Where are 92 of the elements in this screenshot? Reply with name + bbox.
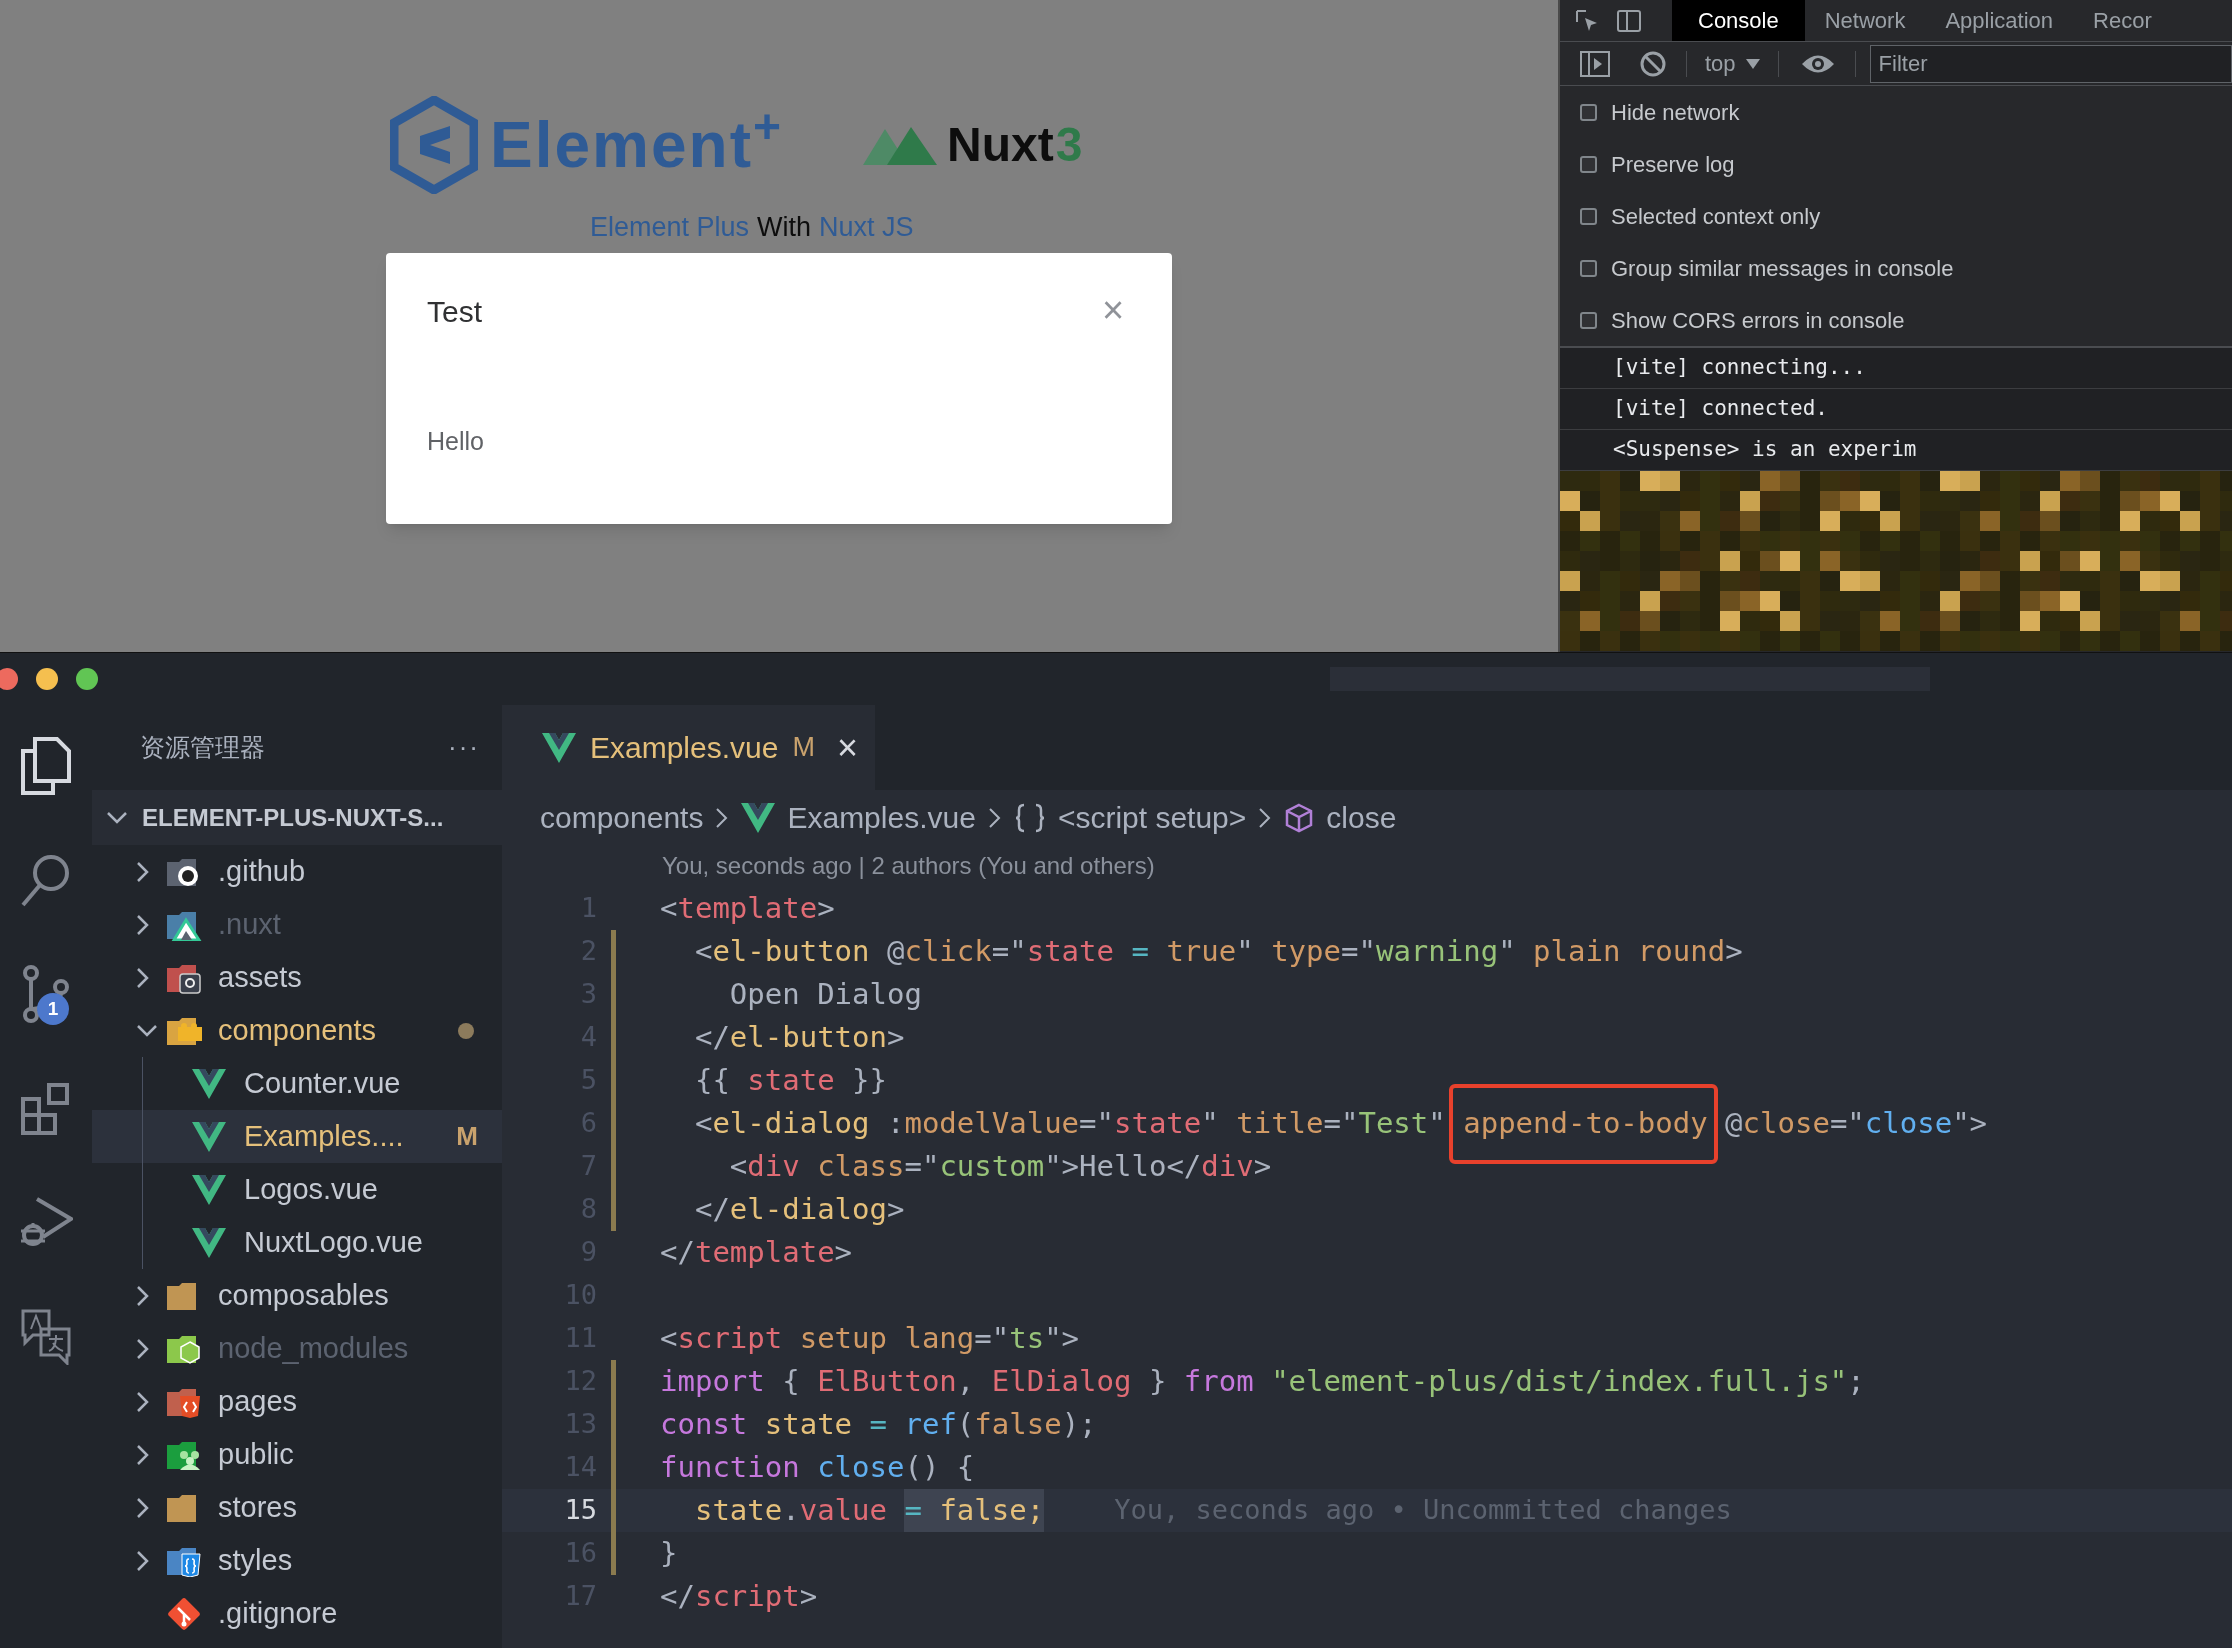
more-button[interactable]: ··· bbox=[448, 728, 480, 767]
breadcrumb-item[interactable]: <script setup> bbox=[1057, 795, 1247, 840]
sidebar-toggle-icon[interactable] bbox=[1580, 50, 1610, 77]
code-line: </script> bbox=[660, 1578, 818, 1615]
mountains-logo-icon bbox=[863, 125, 939, 165]
logo-text: Nuxt bbox=[947, 121, 1054, 169]
tree-item[interactable]: styles bbox=[92, 1534, 502, 1587]
braces-icon bbox=[1013, 802, 1046, 833]
breadcrumb-item[interactable]: close bbox=[1326, 795, 1397, 840]
v-logo-icon bbox=[192, 1121, 226, 1152]
checkbox[interactable] bbox=[1580, 259, 1597, 277]
tab[interactable]: Recor bbox=[2073, 0, 2172, 41]
status-letter: M bbox=[792, 731, 815, 765]
checkbox-label: Selected context only bbox=[1611, 202, 1821, 231]
panel-title: 资源管理器 bbox=[140, 731, 265, 764]
line-number: 15 bbox=[563, 1493, 597, 1528]
code-line: <div class="custom">Hello</div> bbox=[728, 1148, 1272, 1185]
window-control-icon[interactable] bbox=[36, 668, 58, 690]
files-icon[interactable] bbox=[19, 737, 73, 795]
filter-field[interactable]: Filter bbox=[1869, 44, 2232, 83]
tree-item[interactable]: pages bbox=[92, 1375, 502, 1428]
checkbox-label: Group similar messages in console bbox=[1611, 254, 1954, 283]
code-line: const state = ref(false); bbox=[660, 1406, 1097, 1443]
tree-item[interactable]: NuxtLogo.vue bbox=[92, 1216, 502, 1269]
code-line: <el-dialog :modelValue="state" title="Test" append-to-body @close="close"> bbox=[660, 1102, 1988, 1145]
context-dropdown[interactable]: top bbox=[1705, 47, 1760, 80]
code-line: </template> bbox=[660, 1234, 853, 1271]
selected-text: = false; bbox=[904, 1489, 1045, 1532]
editor-tab[interactable]: Examples.vue M × bbox=[502, 705, 875, 790]
console-message: <Suspense> is an experim bbox=[1613, 436, 1917, 464]
folder-header[interactable]: ELEMENT-PLUS-NUXT-S... bbox=[92, 790, 502, 845]
code-line: state.value bbox=[693, 1492, 888, 1529]
console-message: [vite] connecting... bbox=[1613, 354, 1866, 382]
code-line: <template> bbox=[660, 890, 835, 927]
status-letter: M bbox=[456, 1120, 478, 1153]
code-line: </el-button> bbox=[693, 1019, 905, 1056]
tab[interactable]: Network bbox=[1804, 0, 1926, 41]
checkbox[interactable] bbox=[1580, 155, 1597, 173]
window-control-icon[interactable] bbox=[76, 668, 98, 690]
code-line: <el-button @click="state = true" type="warning" plain round> bbox=[693, 933, 1743, 970]
close-button[interactable]: × bbox=[836, 729, 858, 766]
tree-item[interactable]: .github bbox=[92, 845, 502, 898]
tree-item[interactable]: assets bbox=[92, 951, 502, 1004]
v-logo-icon bbox=[192, 1068, 226, 1099]
checkbox-label: Hide network bbox=[1611, 98, 1740, 127]
code-line: import { ElButton, ElDialog } from "element-plus/dist/index.full.js"; bbox=[660, 1363, 1865, 1400]
checkbox-label: Preserve log bbox=[1611, 150, 1735, 179]
hexagon-logo-icon bbox=[390, 96, 478, 194]
dialog-body-text: Hello bbox=[427, 429, 484, 454]
code-line: {{ state }} bbox=[693, 1062, 887, 1099]
tree-item[interactable]: components bbox=[92, 1004, 502, 1057]
tree-item[interactable]: Examples.... M bbox=[92, 1110, 502, 1163]
chevron-down-icon bbox=[106, 810, 128, 825]
breadcrumb-item[interactable]: components bbox=[540, 795, 704, 840]
checkbox[interactable] bbox=[1580, 311, 1597, 329]
chevron-right-icon bbox=[715, 805, 730, 830]
caret-icon bbox=[1745, 58, 1760, 69]
chevron-right-icon bbox=[987, 805, 1002, 830]
checkbox-label: Show CORS errors in console bbox=[1611, 306, 1905, 335]
console-message: [vite] connected. bbox=[1613, 395, 1828, 423]
chevron-right-icon bbox=[1258, 805, 1273, 830]
blame-annotation: You, seconds ago | 2 authors (You and others) bbox=[662, 851, 1155, 881]
code-line: <script setup lang="ts"> bbox=[660, 1320, 1080, 1357]
breadcrumb-item[interactable]: Examples.vue bbox=[787, 795, 976, 840]
tree-item[interactable]: .gitignore bbox=[92, 1587, 502, 1640]
tree-item[interactable]: Counter.vue bbox=[92, 1057, 502, 1110]
tree-item[interactable]: stores bbox=[92, 1481, 502, 1534]
tree-item[interactable]: composables bbox=[92, 1269, 502, 1322]
tab[interactable]: Application bbox=[1925, 0, 2074, 41]
v-logo-icon bbox=[192, 1174, 226, 1205]
translate-icon[interactable] bbox=[19, 1307, 73, 1365]
clear-icon[interactable] bbox=[1640, 50, 1666, 77]
code-line: } bbox=[660, 1535, 678, 1572]
cube-icon bbox=[1284, 802, 1315, 833]
v-logo-icon bbox=[542, 732, 576, 763]
code-line: </el-dialog> bbox=[693, 1191, 905, 1228]
checkbox[interactable] bbox=[1580, 103, 1597, 121]
badge: 1 bbox=[37, 993, 69, 1025]
tree-item[interactable]: public bbox=[92, 1428, 502, 1481]
logo-version: 3 bbox=[1055, 121, 1083, 169]
v-logo-icon bbox=[192, 1227, 226, 1258]
subtitle-text: With bbox=[757, 214, 812, 241]
device-icon[interactable] bbox=[1616, 7, 1642, 34]
v-logo-icon bbox=[741, 802, 776, 833]
checkbox[interactable] bbox=[1580, 207, 1597, 225]
code-line: Open Dialog bbox=[728, 976, 922, 1013]
code-line: function close() { bbox=[660, 1449, 975, 1486]
dialog-title: Test bbox=[427, 297, 483, 327]
logo-text: Element$^{+}$ bbox=[490, 113, 783, 177]
tab[interactable]: Console bbox=[1672, 0, 1805, 41]
tree-item[interactable]: Logos.vue bbox=[92, 1163, 502, 1216]
window-control-icon[interactable] bbox=[0, 668, 18, 690]
